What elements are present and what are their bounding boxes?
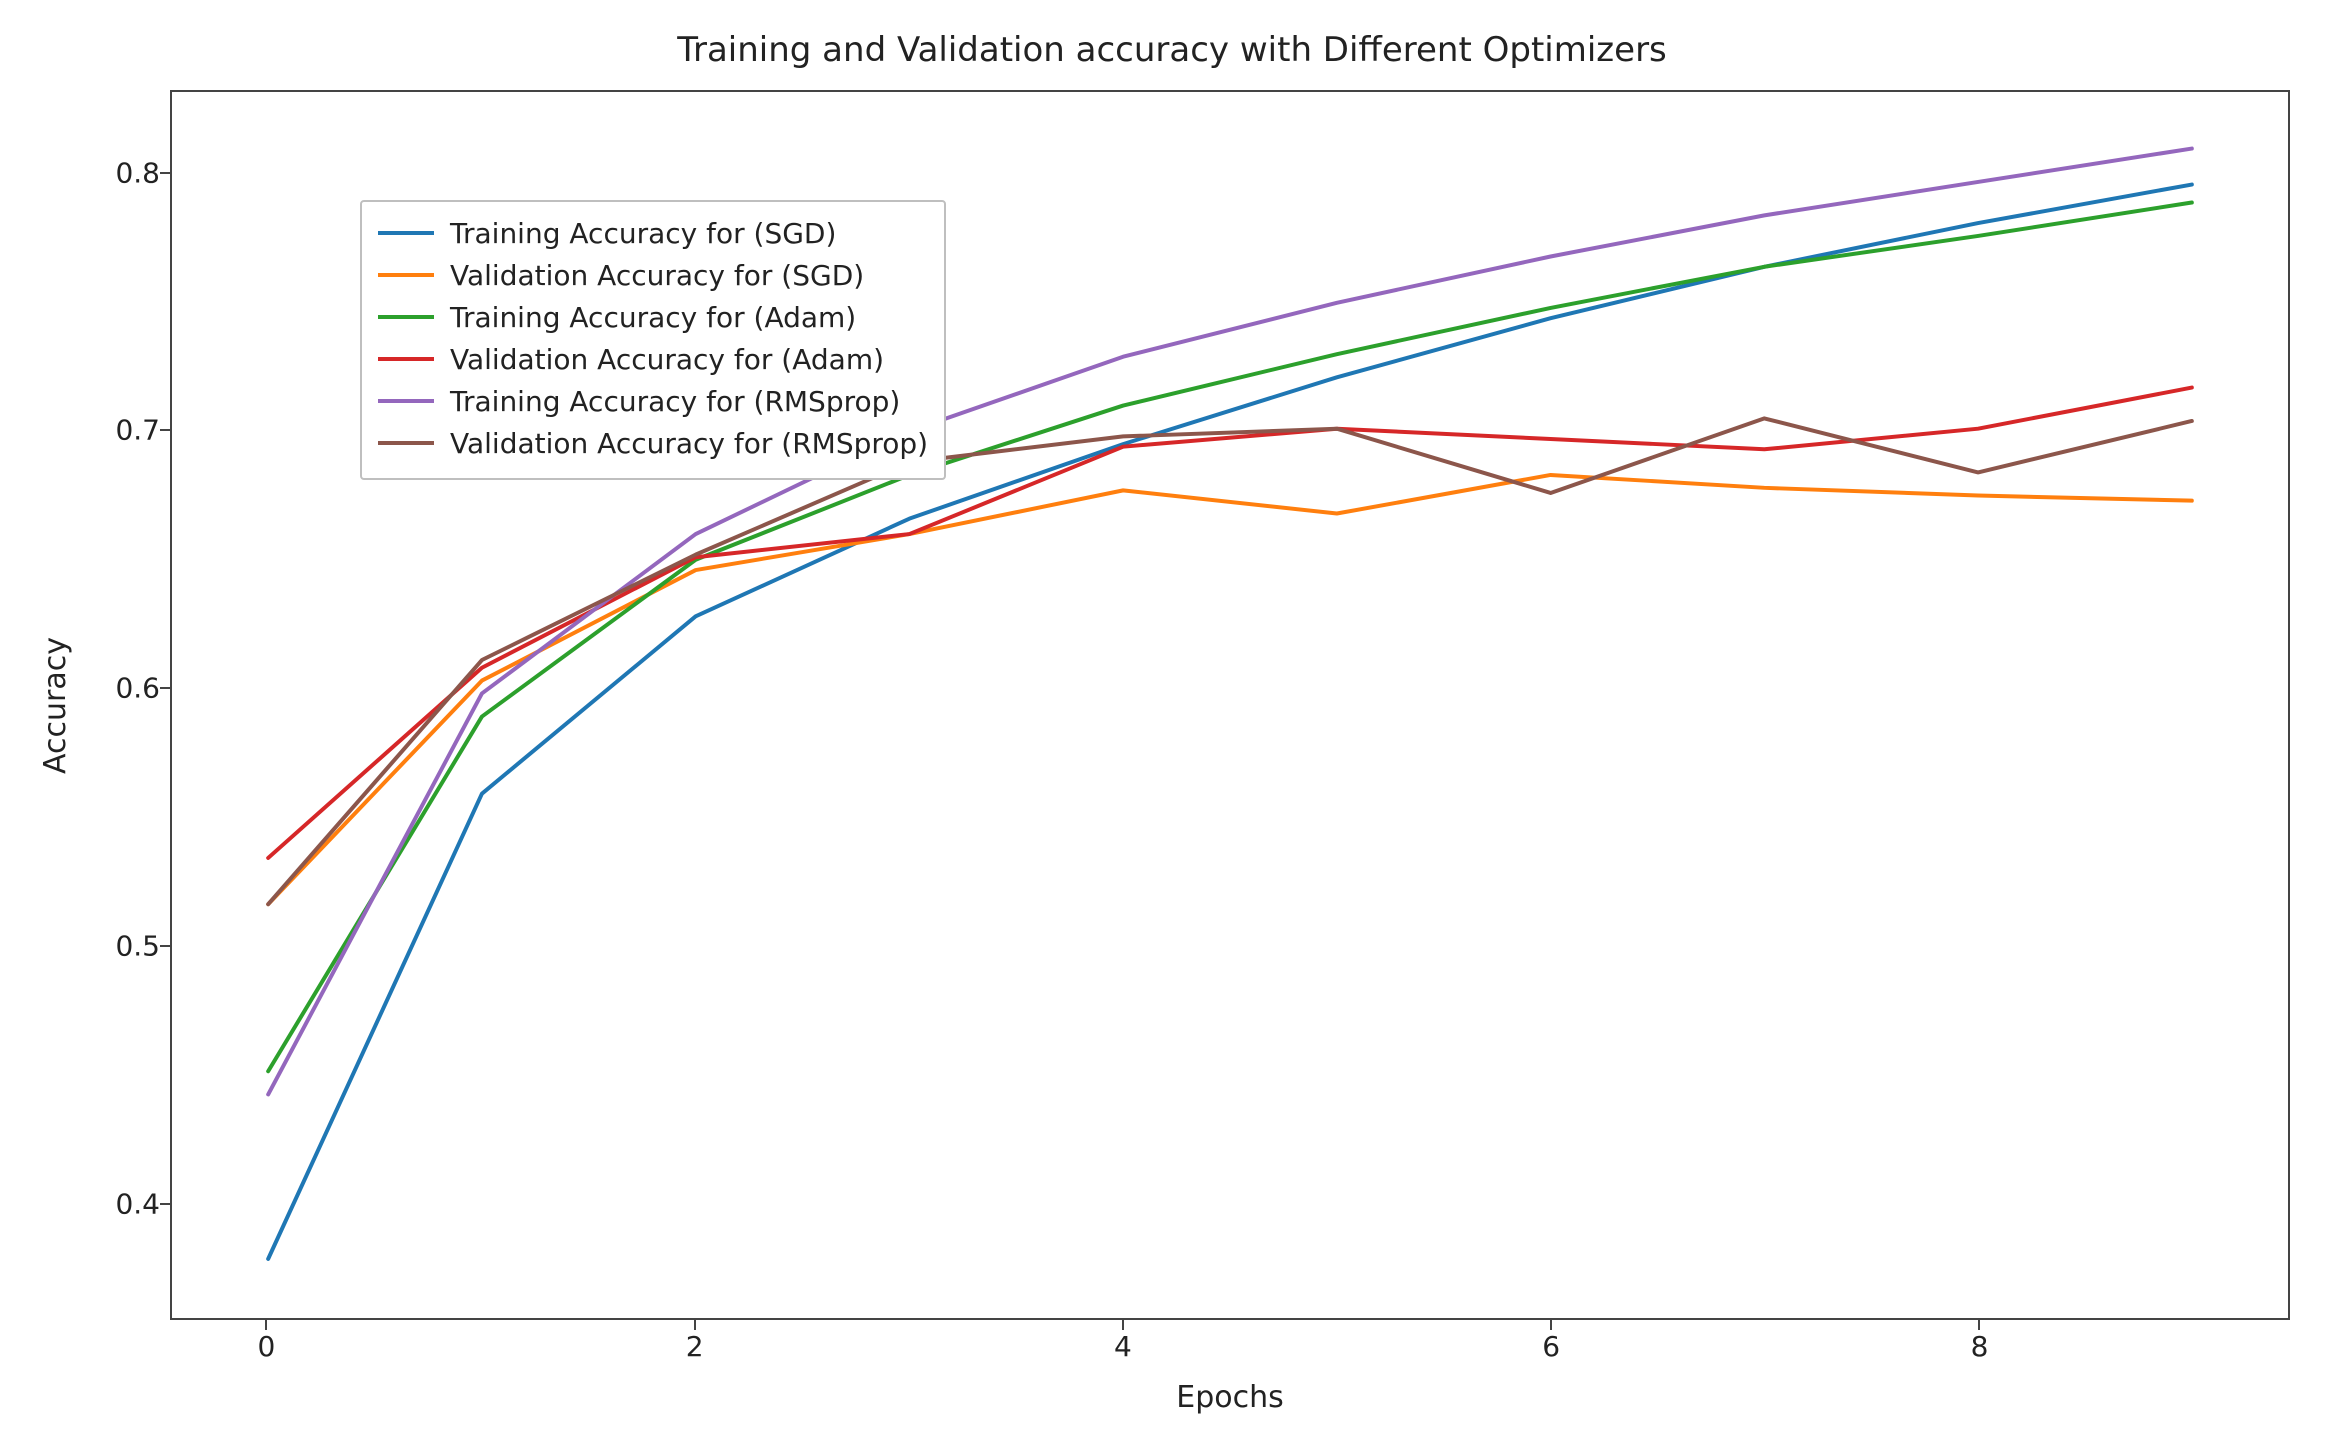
y-tick-label: 0.8 xyxy=(90,156,160,189)
legend-swatch xyxy=(378,315,434,319)
x-tick-label: 0 xyxy=(257,1330,275,1363)
legend-label: Validation Accuracy for (SGD) xyxy=(450,259,864,292)
x-tick-label: 6 xyxy=(1542,1330,1560,1363)
y-axis-label-wrap: Accuracy xyxy=(35,90,75,1320)
y-tick xyxy=(160,429,170,431)
legend-item: Training Accuracy for (SGD) xyxy=(378,212,928,254)
x-tick xyxy=(265,1320,267,1330)
y-tick xyxy=(160,945,170,947)
y-tick xyxy=(160,1203,170,1205)
legend-swatch xyxy=(378,357,434,361)
x-tick xyxy=(1550,1320,1552,1330)
legend-label: Training Accuracy for (SGD) xyxy=(450,217,836,250)
legend-swatch xyxy=(378,399,434,403)
legend-item: Validation Accuracy for (SGD) xyxy=(378,254,928,296)
y-tick-label: 0.5 xyxy=(90,930,160,963)
x-tick-label: 4 xyxy=(1114,1330,1132,1363)
x-tick xyxy=(1122,1320,1124,1330)
legend-item: Training Accuracy for (RMSprop) xyxy=(378,380,928,422)
y-tick-label: 0.6 xyxy=(90,672,160,705)
legend-label: Training Accuracy for (Adam) xyxy=(450,301,856,334)
x-tick-label: 2 xyxy=(686,1330,704,1363)
y-tick-label: 0.7 xyxy=(90,414,160,447)
series-line xyxy=(268,475,2192,904)
legend-label: Validation Accuracy for (RMSprop) xyxy=(450,427,928,460)
legend-item: Validation Accuracy for (RMSprop) xyxy=(378,422,928,464)
x-tick xyxy=(694,1320,696,1330)
legend: Training Accuracy for (SGD) Validation Ac… xyxy=(360,200,946,480)
legend-swatch xyxy=(378,231,434,235)
legend-label: Training Accuracy for (RMSprop) xyxy=(450,385,900,418)
x-axis-label: Epochs xyxy=(170,1380,2290,1415)
y-tick-label: 0.4 xyxy=(90,1187,160,1220)
x-tick xyxy=(1978,1320,1980,1330)
legend-swatch xyxy=(378,441,434,445)
legend-item: Training Accuracy for (Adam) xyxy=(378,296,928,338)
legend-swatch xyxy=(378,273,434,277)
y-tick xyxy=(160,172,170,174)
y-tick xyxy=(160,687,170,689)
x-tick-label: 8 xyxy=(1971,1330,1989,1363)
y-axis-label: Accuracy xyxy=(38,637,73,774)
legend-label: Validation Accuracy for (Adam) xyxy=(450,343,884,376)
chart-figure: Training and Validation accuracy with Di… xyxy=(0,0,2344,1448)
chart-title: Training and Validation accuracy with Di… xyxy=(0,30,2344,70)
legend-item: Validation Accuracy for (Adam) xyxy=(378,338,928,380)
plot-area: Training Accuracy for (SGD) Validation Ac… xyxy=(170,90,2290,1320)
